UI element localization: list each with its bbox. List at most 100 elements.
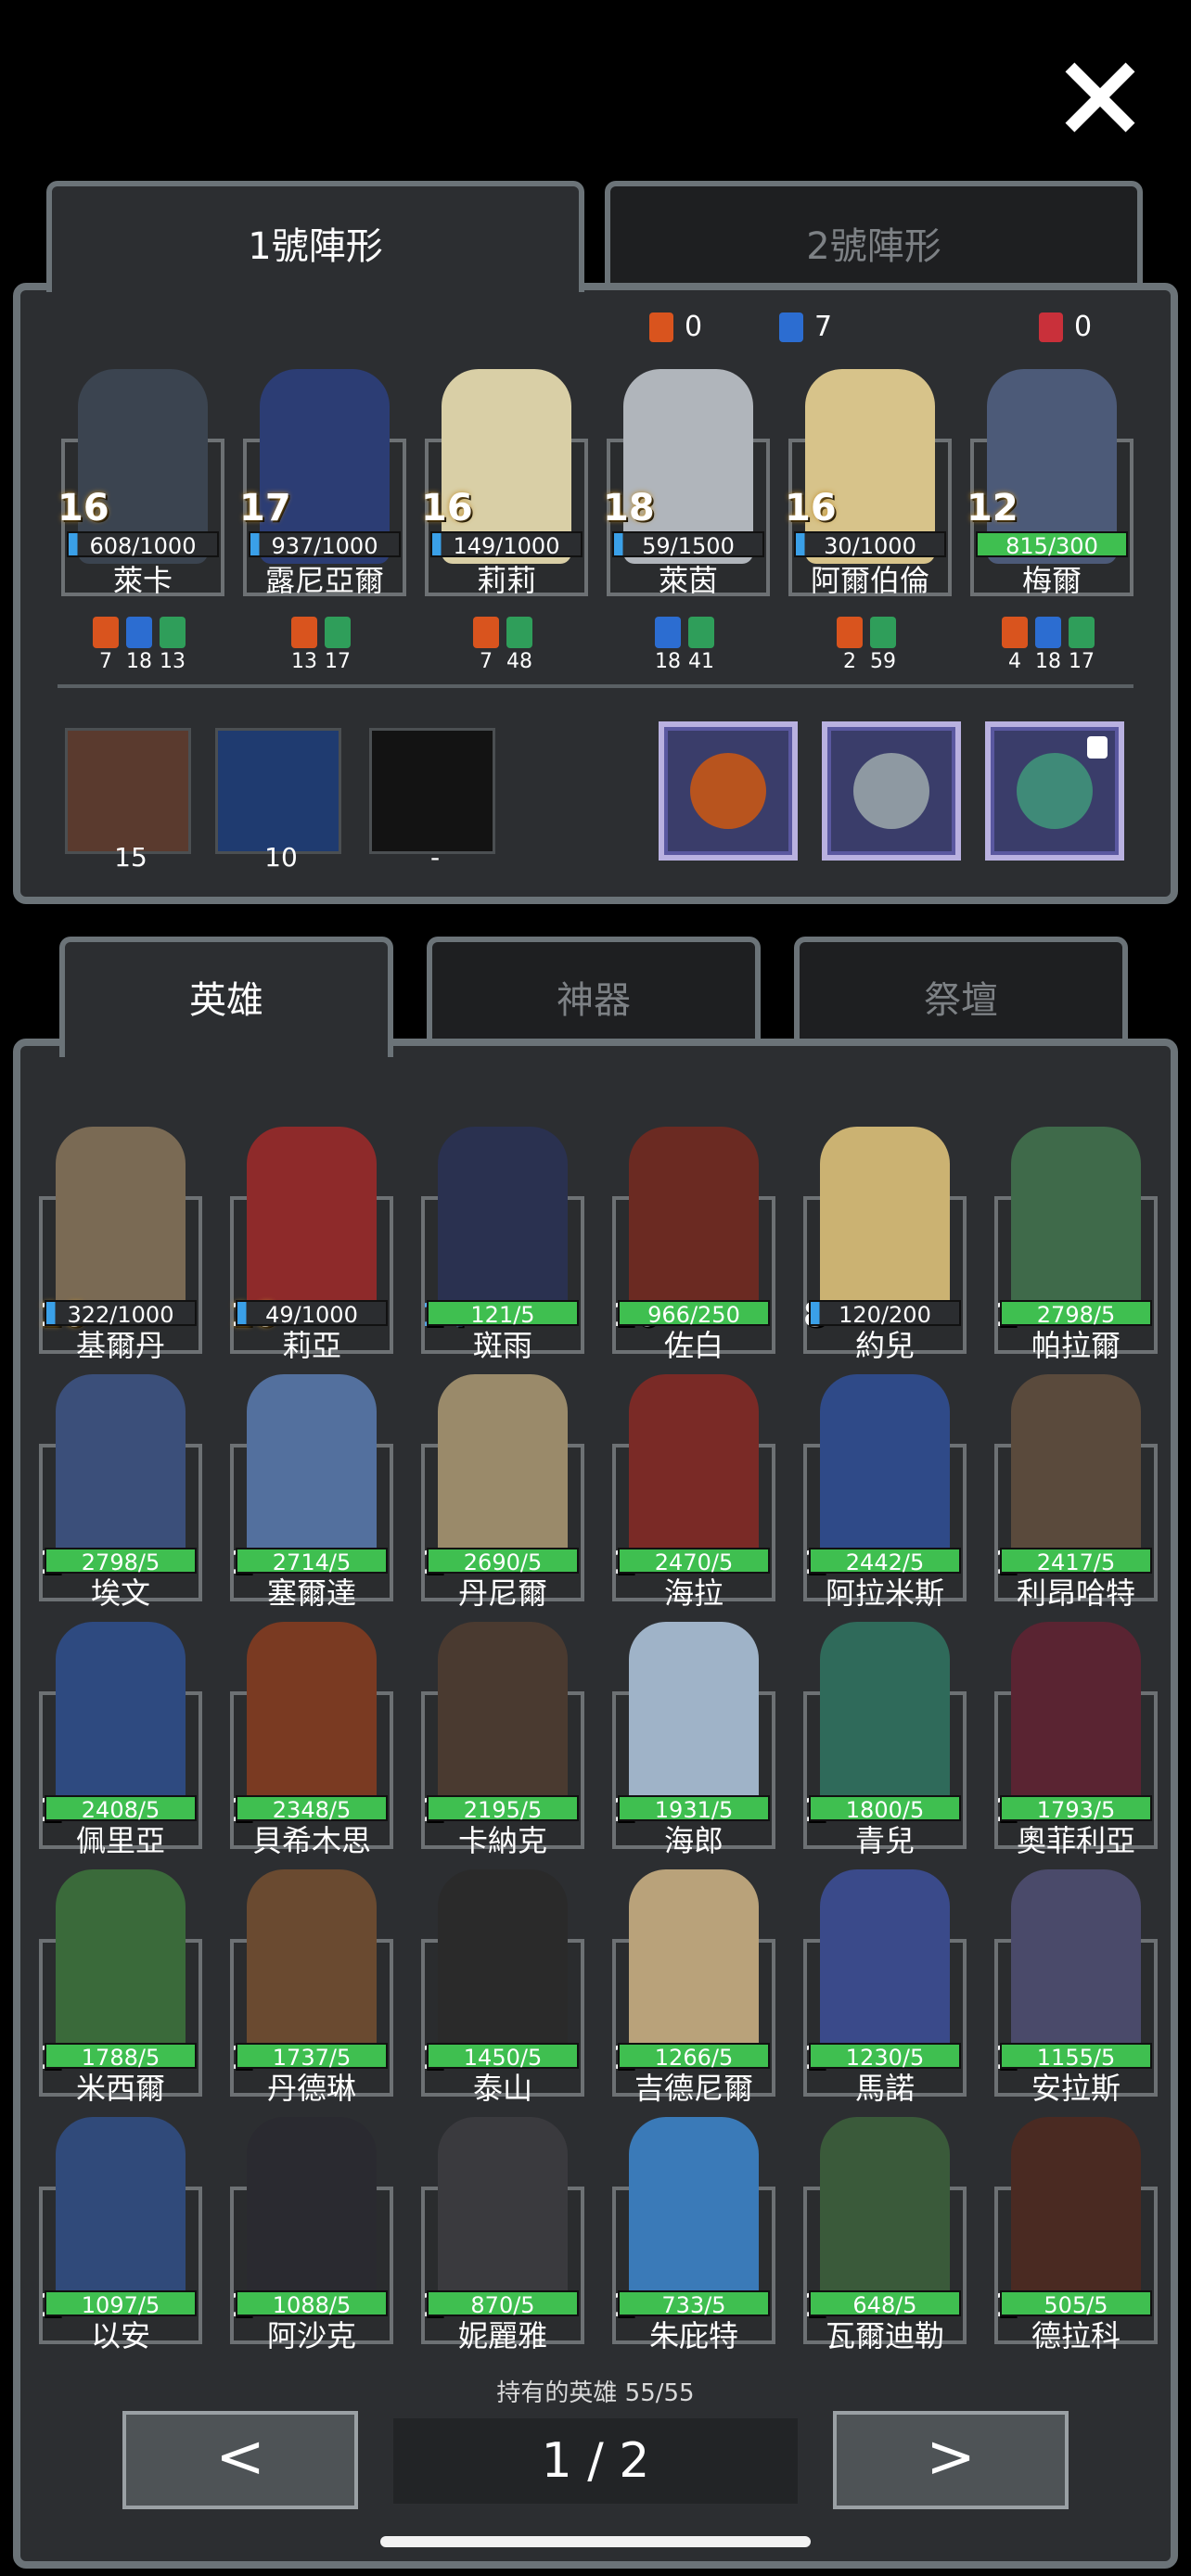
element-value: 2 <box>843 650 856 673</box>
hero-element-row: 18 41 <box>655 617 714 673</box>
relic-slot[interactable] <box>985 721 1124 861</box>
hero-name: 青兒 <box>854 1823 915 1858</box>
hero-name: 貝希木思 <box>251 1823 371 1858</box>
hero-element-row: 2 59 <box>837 617 896 673</box>
roster-hero-card[interactable]: 12195/5卡納克 <box>421 1622 584 1858</box>
pet-level: - <box>429 842 441 873</box>
roster-hero-card[interactable]: 12470/5海拉 <box>612 1374 775 1611</box>
fire-element-icon: 13 <box>291 617 317 673</box>
hero-name: 安拉斯 <box>1031 2071 1121 2106</box>
element-value: 17 <box>325 650 351 673</box>
tab-heroes-label: 英雄 <box>189 979 263 1022</box>
hero-portrait <box>56 1869 186 2064</box>
roster-hero-card[interactable]: 12408/5佩里亞 <box>39 1622 202 1858</box>
hero-portrait <box>820 2117 950 2312</box>
roster-hero-card[interactable]: 11931/5海郎 <box>612 1622 775 1858</box>
roster-hero-card[interactable]: 1870/5妮麗雅 <box>421 2117 584 2353</box>
hero-level: 17 <box>239 487 291 529</box>
hero-name: 德拉科 <box>1031 2318 1121 2353</box>
hero-name: 佩里亞 <box>75 1823 165 1858</box>
roster-hero-card[interactable]: 11737/5丹德琳 <box>230 1869 393 2106</box>
hero-name: 莉亞 <box>281 1328 341 1363</box>
fire-element-icon: 4 <box>1002 617 1028 673</box>
hero-name: 馬諾 <box>854 2071 915 2106</box>
roster-hero-card[interactable]: 12417/5利昂哈特 <box>994 1374 1158 1611</box>
roster-hero-card[interactable]: 11266/5吉德尼爾 <box>612 1869 775 2106</box>
formation-element-stat-value: 0 <box>1074 311 1093 343</box>
roster-hero-card[interactable]: 10966/250佐白 <box>612 1127 775 1363</box>
relic-icon <box>1017 753 1093 829</box>
roster-hero-card[interactable]: 12442/5阿拉米斯 <box>803 1374 967 1611</box>
pet-slot[interactable]: 10 <box>215 728 341 873</box>
element-value: 13 <box>291 650 317 673</box>
hero-name: 丹尼爾 <box>457 1575 547 1611</box>
hero-portrait <box>1011 1622 1141 1817</box>
formation-element-stat-value: 7 <box>814 311 833 343</box>
roster-hero-card[interactable]: 11230/5馬諾 <box>803 1869 967 2106</box>
roster-hero-card[interactable]: 12798/5埃文 <box>39 1374 202 1611</box>
roster-hero-card[interactable]: 8120/200約兒 <box>803 1127 967 1363</box>
hero-portrait <box>629 1127 759 1321</box>
tab-formation-1[interactable]: 1號陣形 <box>46 181 584 292</box>
roster-hero-card[interactable]: 1649/1000莉亞 <box>230 1127 393 1363</box>
roster-hero-card[interactable]: 11155/5安拉斯 <box>994 1869 1158 2106</box>
roster-hero-card[interactable]: 12690/5丹尼爾 <box>421 1374 584 1611</box>
element-value: 41 <box>688 650 714 673</box>
hero-portrait <box>1011 1374 1141 1569</box>
owned-heroes-count: 持有的英雄 55/55 <box>496 2379 695 2407</box>
hero-portrait <box>629 2117 759 2312</box>
roster-hero-card[interactable]: 1505/5德拉科 <box>994 2117 1158 2353</box>
hero-portrait <box>247 1869 377 2064</box>
roster-hero-card[interactable]: 12348/5貝希木思 <box>230 1622 393 1858</box>
roster-hero-card[interactable]: 11800/5青兒 <box>803 1622 967 1858</box>
home-indicator <box>380 2536 811 2547</box>
roster-hero-card[interactable]: 11088/5阿沙克 <box>230 2117 393 2353</box>
fire-element-icon: 2 <box>837 617 863 673</box>
hero-portrait <box>820 1127 950 1321</box>
pet-slot[interactable]: 15 <box>65 728 191 873</box>
hero-name: 埃文 <box>90 1575 150 1611</box>
hero-portrait <box>438 1869 568 2064</box>
close-button[interactable] <box>1053 51 1146 144</box>
roster-hero-card[interactable]: 1648/5瓦爾迪勒 <box>803 2117 967 2353</box>
hero-element-row: 7 48 <box>473 617 532 673</box>
hero-name: 以安 <box>90 2318 150 2353</box>
hero-level: 12 <box>967 487 1018 529</box>
roster-hero-card[interactable]: 11450/5泰山 <box>421 1869 584 2106</box>
roster-hero-card[interactable]: 11097/5以安 <box>39 2117 202 2353</box>
hero-portrait <box>629 1374 759 1569</box>
hero-level: 16 <box>58 487 109 529</box>
tab-heroes[interactable]: 英雄 <box>59 937 393 1057</box>
hero-portrait <box>438 2117 568 2312</box>
hero-name: 丹德琳 <box>266 2071 356 2106</box>
element-value: 59 <box>870 650 896 673</box>
roster-hero-card[interactable]: 11793/5奧菲利亞 <box>994 1622 1158 1858</box>
hero-shard-bar: 30/1000 <box>794 531 946 559</box>
hero-name: 阿沙克 <box>266 2318 356 2353</box>
hero-name: 約兒 <box>854 1328 915 1363</box>
roster-hero-card[interactable]: 16322/1000基爾丹 <box>39 1127 202 1363</box>
roster-hero-card[interactable]: 1733/5朱庇特 <box>612 2117 775 2353</box>
hero-name: 海郎 <box>663 1823 724 1858</box>
element-value: 4 <box>1008 650 1021 673</box>
roster-hero-card[interactable]: 12798/5帕拉爾 <box>994 1127 1158 1363</box>
roster-hero-card[interactable]: 12714/5塞爾達 <box>230 1374 393 1611</box>
element-value: 48 <box>506 650 532 673</box>
tab-formation-2[interactable]: 2號陣形 <box>605 181 1143 292</box>
element-value: 18 <box>126 650 152 673</box>
pet-slot[interactable]: - <box>369 728 495 873</box>
hero-name: 海拉 <box>663 1575 724 1611</box>
hero-portrait <box>629 1622 759 1817</box>
roster-hero-card[interactable]: 14121/5斑雨 <box>421 1127 584 1363</box>
relic-slot[interactable] <box>659 721 798 861</box>
hero-name: 泰山 <box>472 2071 532 2106</box>
hero-shard-bar: 149/1000 <box>430 531 583 559</box>
roster-hero-card[interactable]: 11788/5米西爾 <box>39 1869 202 2106</box>
relic-slot[interactable] <box>822 721 961 861</box>
formation-element-stat: 7 <box>779 311 832 343</box>
next-page-button[interactable]: > <box>833 2411 1069 2509</box>
hero-element-row: 7 18 13 <box>93 617 186 673</box>
hero-portrait <box>820 1374 950 1569</box>
formation-element-stat: 0 <box>649 311 702 343</box>
prev-page-button[interactable]: < <box>122 2411 358 2509</box>
